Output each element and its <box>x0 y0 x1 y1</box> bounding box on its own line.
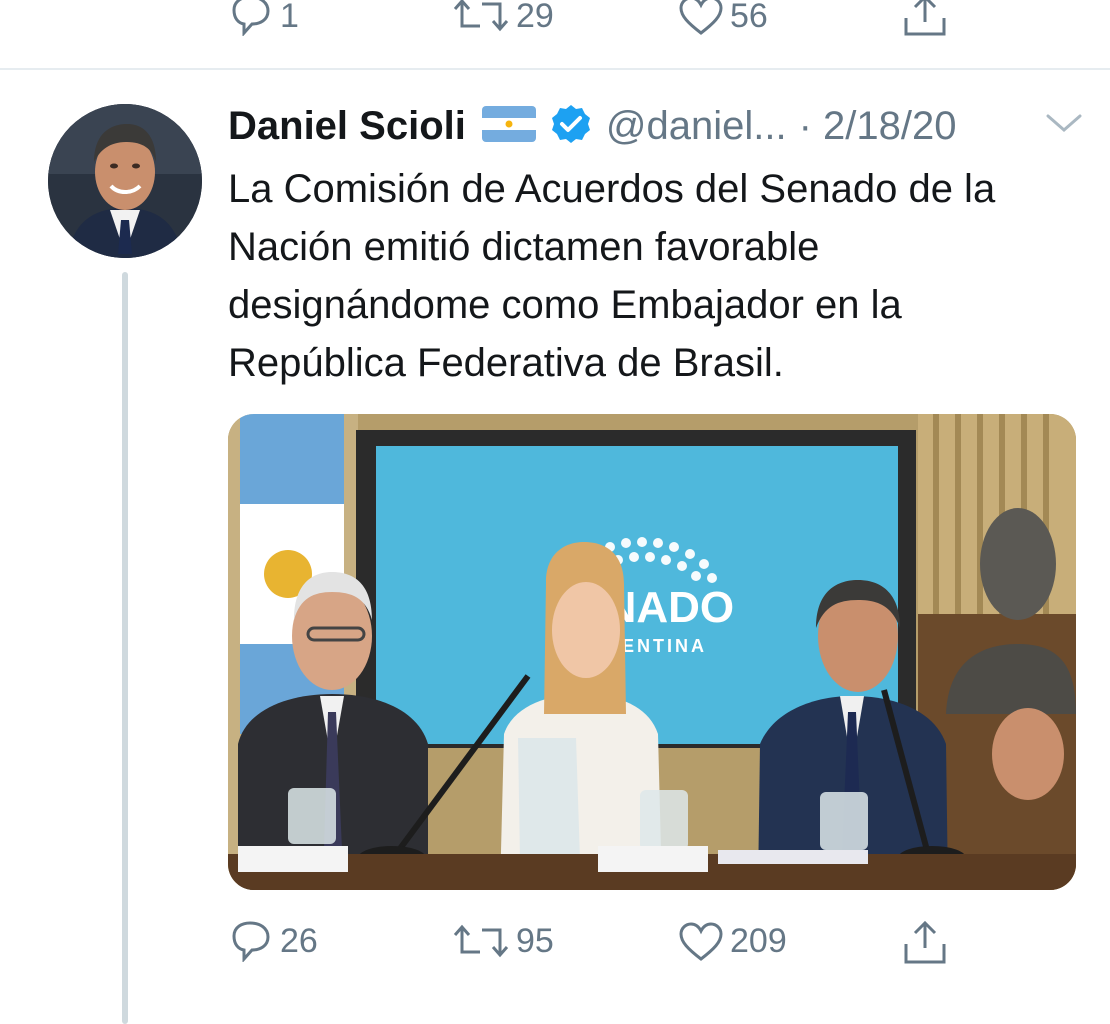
prev-share-button[interactable] <box>902 0 948 38</box>
avatar[interactable] <box>48 104 202 258</box>
tweet-date[interactable]: · 2/18/20 <box>799 104 957 149</box>
share-upload-icon <box>904 0 946 36</box>
chevron-down-icon <box>1046 114 1082 132</box>
speech-bubble-icon <box>232 0 270 36</box>
tweet-header: Daniel Scioli @daniel... · 2/18/20 <box>228 100 956 152</box>
prev-like-button[interactable]: 56 <box>678 0 768 36</box>
retweet-button[interactable]: 95 <box>452 920 554 962</box>
retweet-arrows-icon <box>453 924 509 958</box>
tweet-menu-button[interactable] <box>1044 112 1084 141</box>
retweet-count: 95 <box>516 921 554 960</box>
reply-button[interactable]: 26 <box>228 920 318 962</box>
like-button[interactable]: 209 <box>678 920 787 962</box>
tweet-media-photo[interactable]: SENADO ARGENTINA <box>228 414 1076 890</box>
share-upload-icon <box>904 920 946 964</box>
verified-badge-icon <box>550 103 592 150</box>
senate-meeting-photo: SENADO ARGENTINA <box>228 414 1076 890</box>
retweet-arrows-icon <box>453 0 509 32</box>
prev-retweet-count: 29 <box>516 0 554 35</box>
avatar-photo <box>48 104 202 258</box>
share-button[interactable] <box>902 918 948 966</box>
reply-count: 26 <box>280 921 318 960</box>
thread-line <box>122 272 128 1024</box>
prev-retweet-button[interactable]: 29 <box>452 0 554 36</box>
heart-icon <box>679 0 723 35</box>
tweet-divider <box>0 68 1110 70</box>
tweet-text: La Comisión de Acuerdos del Senado de la… <box>228 167 996 385</box>
author-handle[interactable]: @daniel... <box>606 104 787 149</box>
speech-bubble-icon <box>232 921 270 962</box>
argentina-flag-icon <box>481 105 536 147</box>
like-count: 209 <box>730 921 787 960</box>
author-name[interactable]: Daniel Scioli <box>228 104 466 149</box>
prev-reply-count: 1 <box>280 0 299 35</box>
prev-like-count: 56 <box>730 0 768 35</box>
prev-reply-button[interactable]: 1 <box>228 0 299 36</box>
heart-icon <box>679 922 723 961</box>
